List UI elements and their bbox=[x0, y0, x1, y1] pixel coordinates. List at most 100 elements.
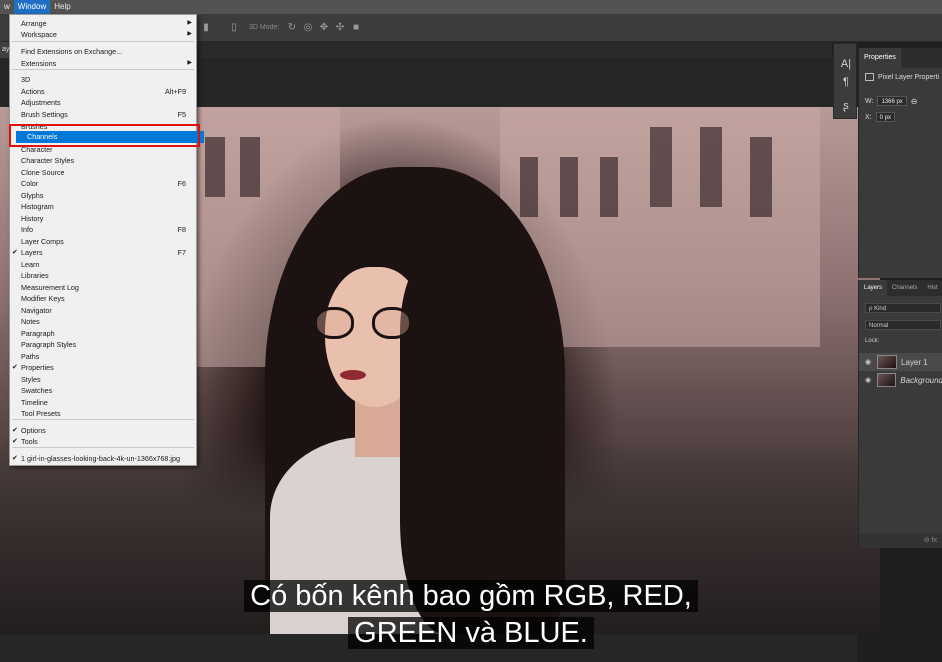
width-row: W: 1366 px ⊖ bbox=[865, 96, 918, 106]
menu-item-libraries[interactable]: Libraries bbox=[10, 270, 196, 282]
menu-item-learn[interactable]: Learn bbox=[10, 259, 196, 271]
menu-item-label: Brush Settings bbox=[21, 110, 68, 119]
pixel-layer-icon bbox=[865, 73, 874, 81]
visibility-eye-icon[interactable]: ◉ bbox=[865, 358, 873, 366]
link-icon[interactable]: ⊖ bbox=[911, 97, 918, 106]
tab-channels[interactable]: Channels bbox=[887, 280, 922, 296]
menu-item-label: Paragraph Styles bbox=[21, 340, 77, 349]
3d-orbit-icon[interactable]: ↻ bbox=[286, 22, 298, 34]
menu-item-swatches[interactable]: Swatches bbox=[10, 385, 196, 397]
menu-item-label: Color bbox=[21, 179, 39, 188]
menu-item-3d[interactable]: 3D bbox=[10, 74, 196, 86]
menu-item-label: Layers bbox=[21, 248, 43, 257]
properties-panel: Properties Pixel Layer Properti W: 1366 … bbox=[858, 48, 942, 278]
menu-item-color[interactable]: Color F6 bbox=[10, 178, 196, 190]
menu-item-tools[interactable]: ✔ Tools bbox=[10, 436, 196, 448]
menu-item-histogram[interactable]: Histogram bbox=[10, 201, 196, 213]
menu-item-paths[interactable]: Paths bbox=[10, 351, 196, 363]
menu-item-label: Actions bbox=[21, 87, 45, 96]
layer-name: Background bbox=[900, 375, 942, 385]
menu-item-layers[interactable]: ✔ Layers F7 bbox=[10, 247, 196, 259]
tab-histogram[interactable]: Hist bbox=[922, 280, 942, 296]
distribute-icon[interactable]: ▮ bbox=[200, 22, 212, 34]
menu-item-label: Notes bbox=[21, 317, 40, 326]
building-window bbox=[750, 137, 772, 217]
3d-slide-icon[interactable]: ✣ bbox=[334, 22, 346, 34]
menu-item-shortcut: F6 bbox=[177, 179, 186, 188]
menu-item-paragraph-styles[interactable]: Paragraph Styles bbox=[10, 339, 196, 351]
menu-item-styles[interactable]: Styles bbox=[10, 374, 196, 386]
menu-bar: w Window Help bbox=[0, 0, 942, 14]
width-field[interactable]: 1366 px bbox=[877, 96, 907, 106]
width-label: W: bbox=[865, 97, 874, 105]
subtitle-line-1: Có bốn kênh bao gồm RGB, RED, bbox=[0, 580, 942, 613]
subtitle-text: GREEN và BLUE. bbox=[348, 617, 594, 649]
menu-item-measurement-log[interactable]: Measurement Log bbox=[10, 282, 196, 294]
menu-item-modifier-keys[interactable]: Modifier Keys bbox=[10, 293, 196, 305]
menu-item-shortcut: F8 bbox=[177, 225, 186, 234]
menu-item-label: Clone Source bbox=[21, 168, 65, 177]
menu-item-label: Paths bbox=[21, 352, 40, 361]
menu-item-find-extensions-on-exchange[interactable]: Find Extensions on Exchange... bbox=[10, 46, 196, 58]
layer-row[interactable]: ◉ Background bbox=[859, 371, 942, 389]
menu-window[interactable]: Window bbox=[13, 0, 51, 14]
layer-row[interactable]: ◉ Layer 1 bbox=[859, 353, 942, 371]
visibility-eye-icon[interactable]: ◉ bbox=[865, 376, 873, 384]
building-window bbox=[560, 157, 578, 217]
character-panel-icon[interactable]: A| bbox=[838, 56, 854, 72]
tab-properties[interactable]: Properties bbox=[859, 48, 901, 68]
annotation-highlight-box bbox=[9, 124, 200, 147]
menu-item-clone-source[interactable]: Clone Source bbox=[10, 167, 196, 179]
menu-item-layer-comps[interactable]: Layer Comps bbox=[10, 236, 196, 248]
menu-item-tool-presets[interactable]: Tool Presets bbox=[10, 408, 196, 420]
glasses-lens-left bbox=[314, 307, 354, 339]
menu-item-timeline[interactable]: Timeline bbox=[10, 397, 196, 409]
submenu-arrow-icon: ▶ bbox=[187, 31, 192, 37]
layers-footer-icons[interactable]: ⊖ fx bbox=[859, 534, 942, 548]
properties-subtitle-row: Pixel Layer Properti bbox=[865, 73, 939, 81]
menu-item-options[interactable]: ✔ Options bbox=[10, 425, 196, 437]
checkmark-icon: ✔ bbox=[12, 427, 18, 434]
glyphs-panel-icon[interactable]: ʂ bbox=[838, 98, 854, 114]
tab-layers[interactable]: Layers bbox=[859, 280, 888, 296]
menu-item-info[interactable]: Info F8 bbox=[10, 224, 196, 236]
menu-item-brush-settings[interactable]: Brush Settings F5 bbox=[10, 109, 196, 121]
menu-item-adjustments[interactable]: Adjustments bbox=[10, 97, 196, 109]
layer-thumbnail bbox=[877, 355, 897, 369]
menu-item-actions[interactable]: Actions Alt+F9 bbox=[10, 86, 196, 98]
3d-pan-icon[interactable]: ✥ bbox=[318, 22, 330, 34]
menu-item-notes[interactable]: Notes bbox=[10, 316, 196, 328]
menu-item-character-styles[interactable]: Character Styles bbox=[10, 155, 196, 167]
menu-item-workspace[interactable]: Workspace ▶ bbox=[10, 29, 196, 41]
checkmark-icon: ✔ bbox=[12, 455, 18, 462]
menu-item-1-girl-in-glasses-looking-back-4k-un-1366x768-jpg[interactable]: ✔ 1 girl-in-glasses-looking-back-4k-un-13… bbox=[10, 453, 196, 465]
menu-item-properties[interactable]: ✔ Properties bbox=[10, 362, 196, 374]
menu-item-label: Modifier Keys bbox=[21, 294, 65, 303]
menu-view[interactable]: w bbox=[0, 0, 14, 14]
align-icon[interactable]: ▯ bbox=[228, 22, 240, 34]
3d-roll-icon[interactable]: ◎ bbox=[302, 22, 314, 34]
layers-panel-tabs: Layers Channels Hist bbox=[859, 280, 942, 296]
menu-item-extensions[interactable]: Extensions ▶ bbox=[10, 58, 196, 70]
menu-item-navigator[interactable]: Navigator bbox=[10, 305, 196, 317]
subtitle-line-2: GREEN và BLUE. bbox=[0, 617, 942, 650]
properties-subtitle: Pixel Layer Properti bbox=[878, 73, 940, 81]
menu-item-label: Adjustments bbox=[21, 98, 61, 107]
checkmark-icon: ✔ bbox=[12, 438, 18, 445]
layer-filter-kind[interactable]: ρ Kind bbox=[865, 303, 941, 313]
menu-item-label: Workspace bbox=[21, 30, 57, 39]
menu-help[interactable]: Help bbox=[50, 0, 74, 14]
x-field[interactable]: 0 px bbox=[875, 112, 895, 122]
paragraph-panel-icon[interactable]: ¶ bbox=[838, 74, 854, 90]
blend-mode-select[interactable]: Normal bbox=[865, 320, 941, 330]
menu-item-paragraph[interactable]: Paragraph bbox=[10, 328, 196, 340]
x-row: X: 0 px bbox=[865, 112, 895, 122]
submenu-arrow-icon: ▶ bbox=[187, 20, 192, 26]
3d-camera-icon[interactable]: ■ bbox=[350, 22, 362, 34]
menu-item-glyphs[interactable]: Glyphs bbox=[10, 190, 196, 202]
menu-item-arrange[interactable]: Arrange ▶ bbox=[10, 18, 196, 30]
lock-label: Lock: bbox=[865, 338, 880, 344]
menu-item-label: 3D bbox=[21, 75, 31, 84]
menu-item-history[interactable]: History bbox=[10, 213, 196, 225]
layer-thumbnail bbox=[876, 373, 897, 387]
